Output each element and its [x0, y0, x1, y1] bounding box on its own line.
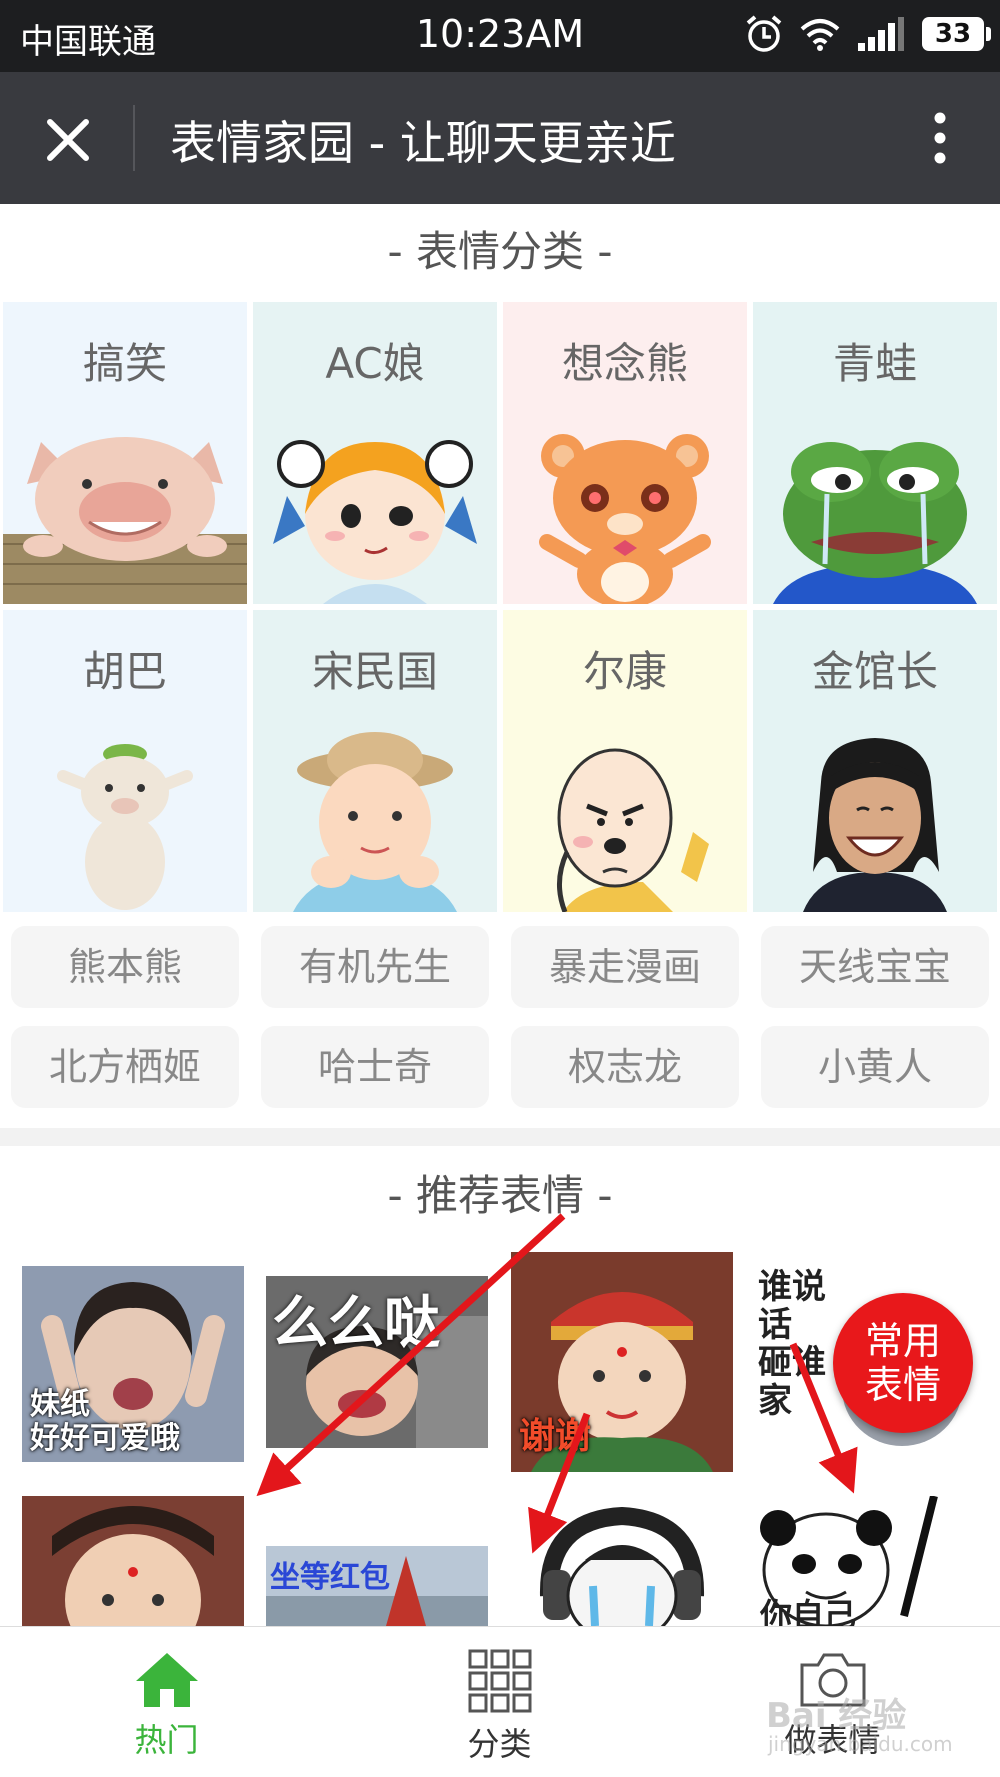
meme-caption: 谁说 话 砸谁 家 — [758, 1268, 826, 1421]
meme-caption — [511, 1614, 733, 1626]
tag-button[interactable]: 暴走漫画 — [511, 926, 739, 1008]
nav-label: 热门 — [134, 1721, 199, 1759]
recommended-item[interactable]: 么么哒 — [266, 1276, 488, 1448]
meme-caption: 你自己 — [760, 1596, 857, 1626]
fab-label-line1: 常用 — [864, 1319, 941, 1363]
status-icons: 33 — [744, 14, 991, 54]
category-tile-qingwa[interactable]: 青蛙 — [753, 302, 997, 604]
more-button[interactable] — [910, 108, 970, 168]
ac-girl-image — [273, 440, 477, 604]
category-tile-erkang[interactable]: 尔康 — [503, 610, 747, 912]
category-name: 宋民国 — [311, 647, 438, 696]
tag-button[interactable]: 哈士奇 — [261, 1026, 489, 1108]
title-bar: 表情家园 - 让聊天更亲近 — [0, 72, 1000, 204]
tag-button[interactable]: 熊本熊 — [11, 926, 239, 1008]
category-tile-jinguanzhang[interactable]: 金馆长 — [753, 610, 997, 912]
pig-image — [3, 437, 247, 604]
category-name: 搞笑 — [82, 339, 167, 388]
section-divider — [0, 1128, 1000, 1146]
more-vertical-icon — [934, 112, 946, 164]
category-name: 尔康 — [582, 647, 667, 696]
child-image — [293, 732, 457, 912]
recommended-item[interactable]: 你自己 — [754, 1496, 976, 1626]
alarm-icon — [746, 15, 782, 52]
meme-caption: 么么哒 — [272, 1291, 440, 1356]
lady-meme-image — [22, 1496, 244, 1626]
nav-hot[interactable]: 热门 — [0, 1627, 333, 1777]
watermark-logo: Bai 经验 — [766, 1696, 907, 1736]
fab-label-line2: 表情 — [864, 1363, 941, 1407]
tag-list: 熊本熊 有机先生 暴走漫画 天线宝宝 北方栖姬 哈士奇 权志龙 小黄人 — [0, 926, 1000, 1110]
tag-button[interactable]: 有机先生 — [261, 926, 489, 1008]
title-divider — [133, 105, 135, 171]
wifi-icon — [800, 19, 840, 51]
tag-button[interactable]: 北方栖姬 — [11, 1026, 239, 1108]
category-name: 胡巴 — [82, 647, 167, 696]
grid-icon — [468, 1649, 531, 1713]
huba-image — [57, 744, 193, 910]
bear-image — [539, 434, 711, 604]
home-icon — [135, 1653, 198, 1707]
meme-caption: 谢谢 — [519, 1416, 592, 1457]
category-tile-gaoxiao[interactable]: 搞笑 — [3, 302, 247, 604]
category-name: 青蛙 — [832, 339, 917, 388]
recommended-item[interactable]: 妹纸 好好可爱哦 — [22, 1266, 244, 1462]
frog-image — [773, 442, 977, 604]
nav-label: 分类 — [467, 1725, 532, 1763]
headphone-cry-image — [511, 1500, 733, 1626]
nav-category[interactable]: 分类 — [333, 1627, 666, 1777]
recommended-heading: - 推荐表情 - — [387, 1171, 613, 1220]
meme-caption: 坐等红包 — [270, 1560, 390, 1595]
category-tile-songminguo[interactable]: 宋民国 — [253, 610, 497, 912]
page-title: 表情家园 - 让聊天更亲近 — [170, 116, 676, 170]
watermark-url: jingyan.baidu.com — [768, 1732, 953, 1756]
category-tile-xiangnianxiong[interactable]: 想念熊 — [503, 302, 747, 604]
close-button[interactable] — [36, 108, 100, 172]
category-name: 想念熊 — [561, 339, 688, 388]
category-grid: 搞笑 AC娘 想念熊 青蛙 胡巴 宋民国 尔康 金馆长 — [3, 302, 1000, 912]
category-name: AC娘 — [325, 339, 425, 388]
signal-icon — [858, 17, 904, 51]
tag-button[interactable]: 小黄人 — [761, 1026, 989, 1108]
tag-button[interactable]: 天线宝宝 — [761, 926, 989, 1008]
jin-image — [803, 738, 947, 912]
category-tile-acniang[interactable]: AC娘 — [253, 302, 497, 604]
recommended-item[interactable]: 坐等红包 — [266, 1546, 488, 1626]
tag-button[interactable]: 权志龙 — [511, 1026, 739, 1108]
erkang-image — [557, 748, 709, 912]
recommended-item[interactable] — [22, 1496, 244, 1626]
close-icon — [47, 119, 89, 161]
frequent-emoji-button[interactable]: 常用 表情 — [833, 1293, 973, 1433]
meme-caption: 妹纸 好好可爱哦 — [30, 1387, 180, 1456]
battery-indicator: 33 — [922, 17, 991, 51]
meme-caption — [22, 1614, 244, 1626]
recommended-item[interactable]: 谢谢 — [511, 1252, 733, 1472]
category-tile-huba[interactable]: 胡巴 — [3, 610, 247, 912]
categories-heading: - 表情分类 - — [387, 227, 613, 276]
recommended-item[interactable] — [511, 1500, 733, 1626]
category-name: 金馆长 — [811, 647, 938, 696]
status-bar: 中国联通 10:23AM 33 — [0, 0, 1000, 72]
